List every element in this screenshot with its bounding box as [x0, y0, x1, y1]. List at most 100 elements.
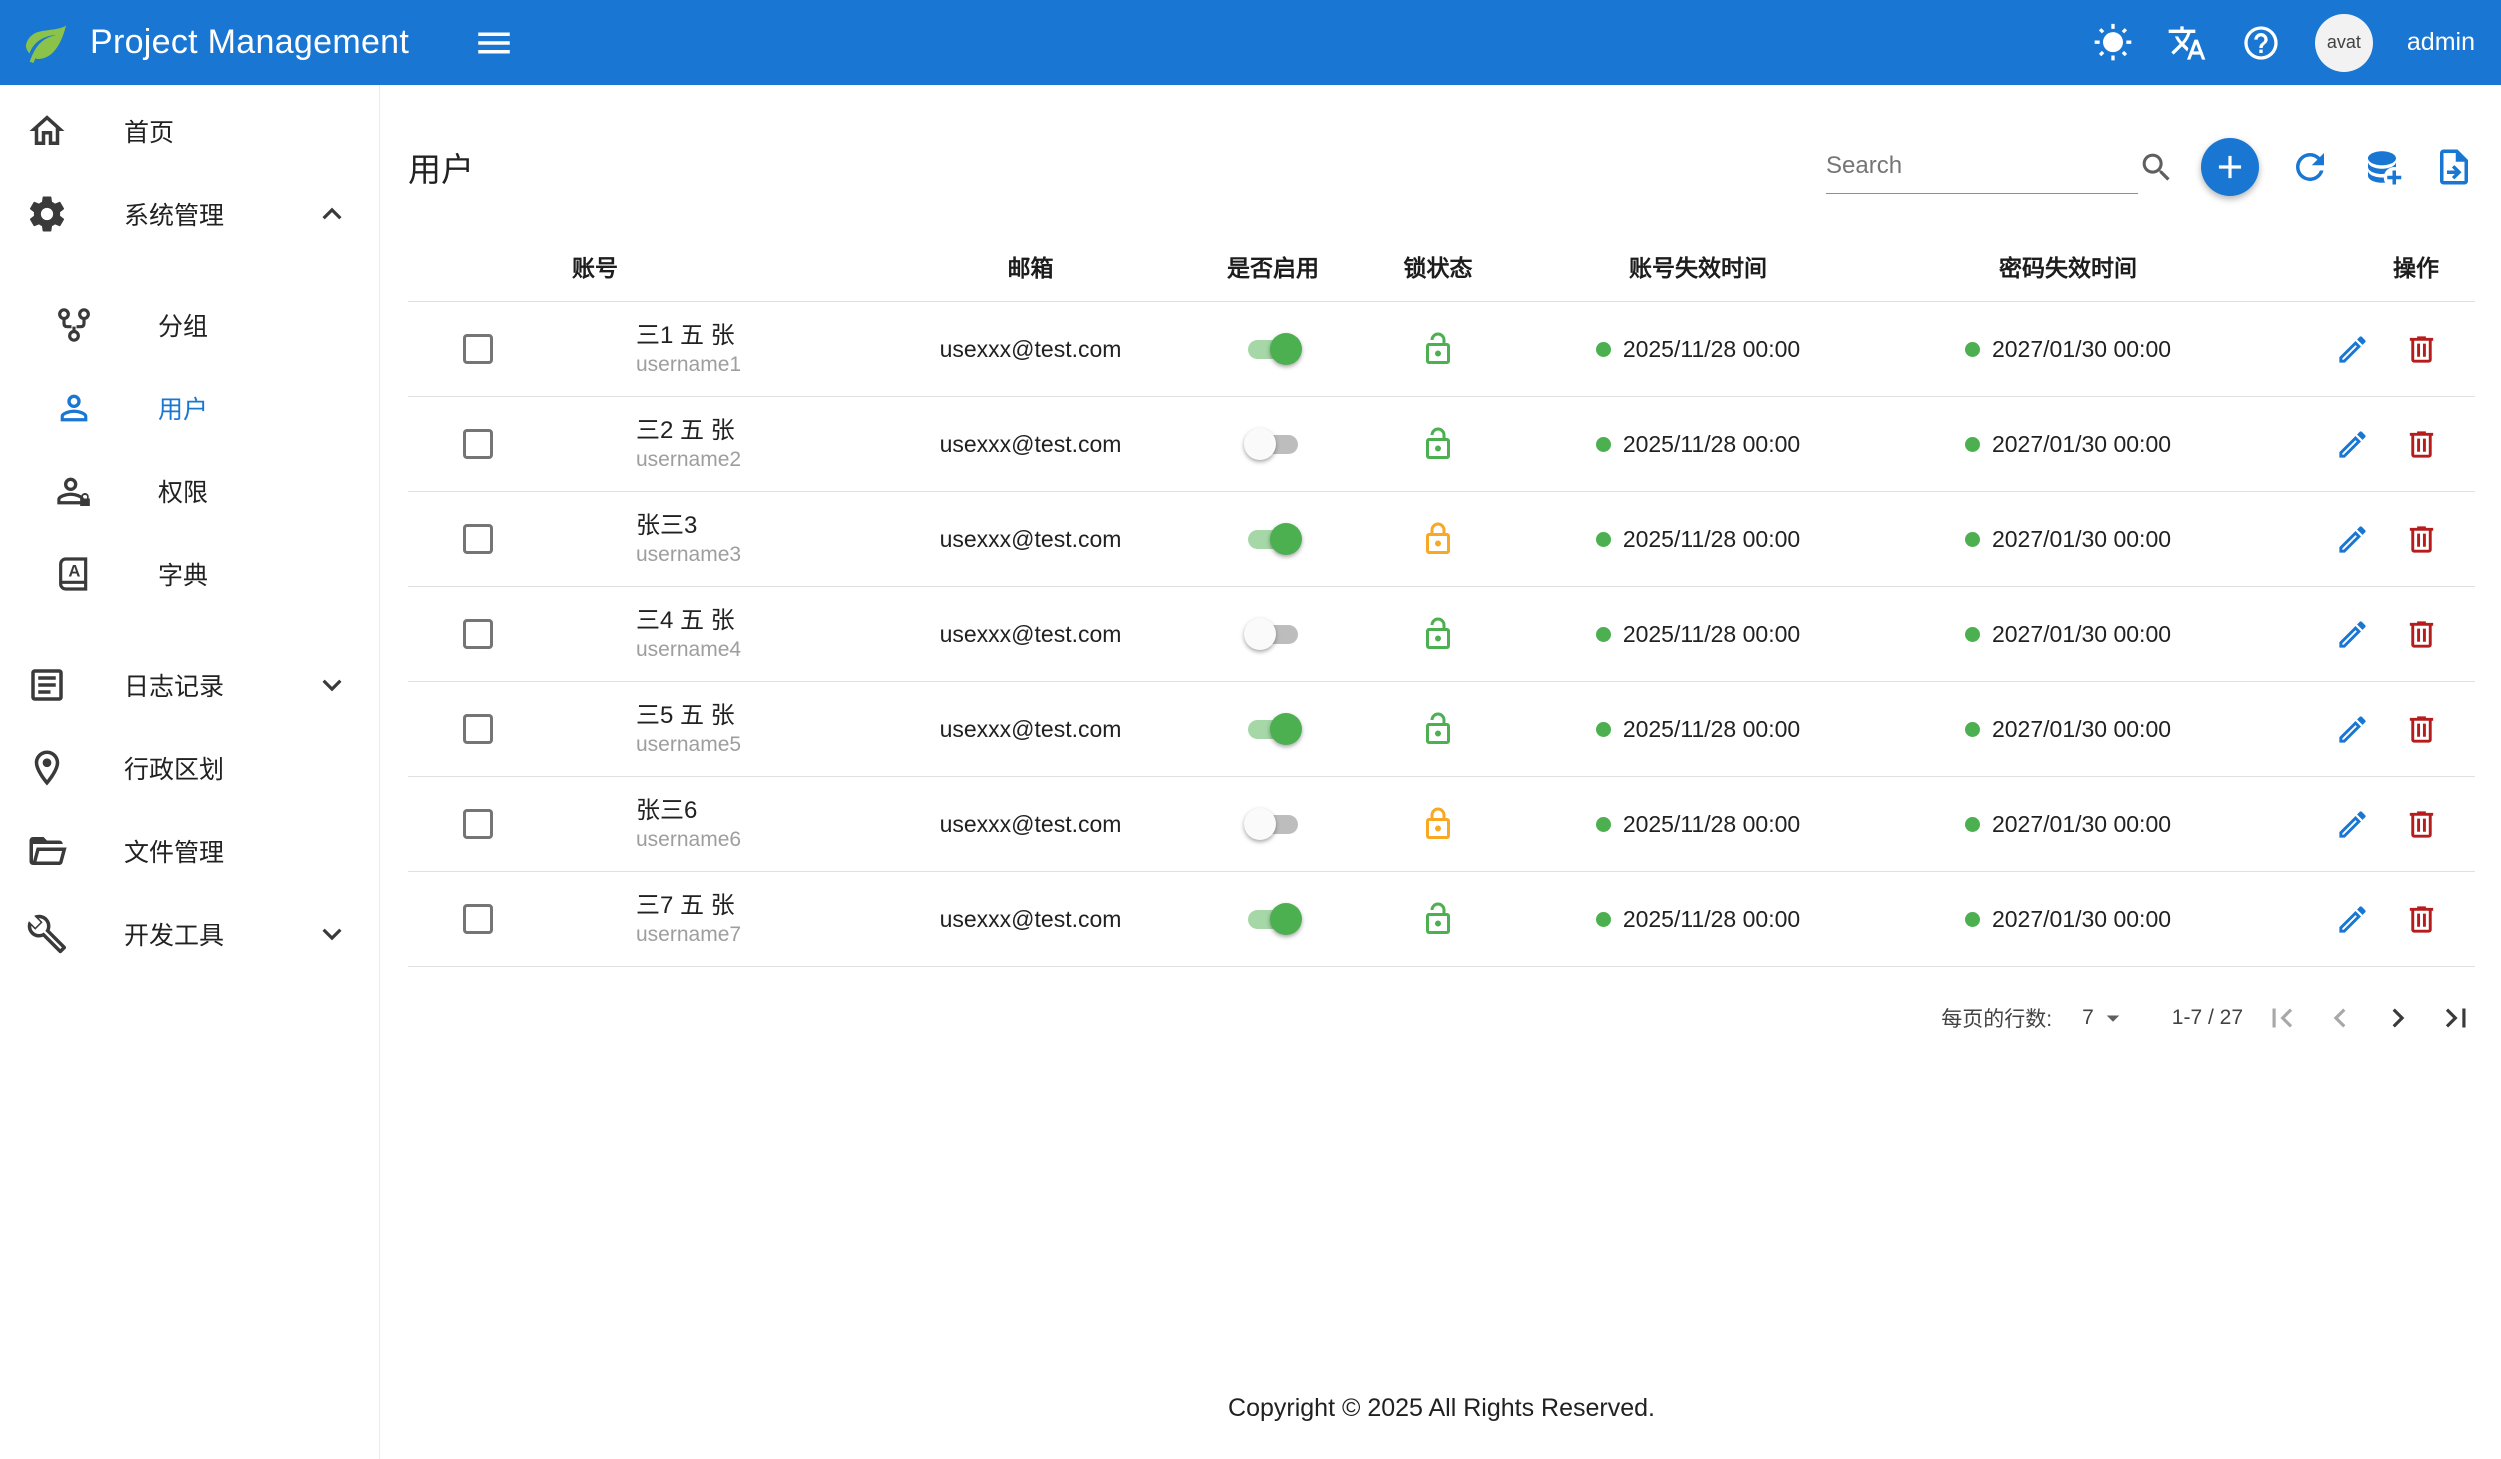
- toggle-thumb: [1244, 808, 1276, 840]
- sidebar-item-groups[interactable]: 分组: [0, 283, 379, 366]
- sidebar-item-home[interactable]: 首页: [0, 89, 379, 172]
- lock-status-cell: [1358, 711, 1518, 747]
- sidebar-item-system-management[interactable]: 系统管理: [0, 172, 379, 255]
- row-checkbox-cell: [408, 619, 548, 649]
- delete-button[interactable]: [2404, 807, 2439, 842]
- row-checkbox-cell: [408, 334, 548, 364]
- add-user-button[interactable]: [2201, 138, 2259, 196]
- first-page-button[interactable]: [2263, 999, 2301, 1037]
- account-username: username1: [636, 351, 741, 378]
- account-cell: 三1 五 张 username1: [548, 320, 873, 378]
- export-file-button[interactable]: [2433, 146, 2475, 188]
- sidebar-item-users[interactable]: 用户: [0, 366, 379, 449]
- column-header-account[interactable]: 账号: [548, 249, 873, 283]
- email-cell: usexxx@test.com: [873, 621, 1188, 648]
- delete-button[interactable]: [2404, 427, 2439, 462]
- enabled-cell: [1188, 713, 1358, 745]
- rows-per-page-select[interactable]: 7: [2082, 1003, 2128, 1033]
- row-checkbox[interactable]: [463, 429, 493, 459]
- last-page-button[interactable]: [2437, 999, 2475, 1037]
- sidebar-item-file-management[interactable]: 文件管理: [0, 809, 379, 892]
- edit-button[interactable]: [2335, 617, 2370, 652]
- enabled-toggle[interactable]: [1244, 808, 1302, 840]
- sidebar-item-label: 首页: [124, 113, 174, 149]
- database-add-button[interactable]: [2361, 146, 2403, 188]
- app-title: Project Management: [90, 23, 409, 62]
- row-checkbox[interactable]: [463, 334, 493, 364]
- account-cell: 三5 五 张 username5: [548, 700, 873, 758]
- delete-button[interactable]: [2404, 522, 2439, 557]
- rows-per-page-value: 7: [2082, 1006, 2094, 1030]
- sidebar-item-admin-divisions[interactable]: 行政区划: [0, 726, 379, 809]
- previous-page-button[interactable]: [2321, 999, 2359, 1037]
- lock-status-cell: [1358, 521, 1518, 557]
- status-dot: [1596, 342, 1611, 357]
- translate-icon[interactable]: [2167, 23, 2207, 63]
- actions-cell: [2258, 617, 2475, 652]
- column-header-enabled[interactable]: 是否启用: [1188, 249, 1358, 283]
- delete-button[interactable]: [2404, 617, 2439, 652]
- account-name: 三5 五 张: [636, 700, 735, 731]
- account-name: 三7 五 张: [636, 890, 735, 921]
- theme-toggle-icon[interactable]: [2093, 23, 2133, 63]
- rows-per-page-label: 每页的行数:: [1941, 1003, 2052, 1033]
- sidebar-item-label: 日志记录: [124, 667, 224, 703]
- account-expiry-cell: 2025/11/28 00:00: [1518, 716, 1878, 743]
- status-dot: [1965, 722, 1980, 737]
- row-checkbox[interactable]: [463, 619, 493, 649]
- help-icon[interactable]: [2241, 23, 2281, 63]
- account-expiry-cell: 2025/11/28 00:00: [1518, 906, 1878, 933]
- sidebar-item-dev-tools[interactable]: 开发工具: [0, 892, 379, 975]
- enabled-toggle[interactable]: [1244, 333, 1302, 365]
- account-name: 张三3: [636, 510, 697, 541]
- lock-status-cell: [1358, 426, 1518, 462]
- sidebar-item-permissions[interactable]: 权限: [0, 449, 379, 532]
- account-username: username5: [636, 731, 741, 758]
- search-icon[interactable]: [2138, 149, 2175, 186]
- column-header-lock-status[interactable]: 锁状态: [1358, 249, 1518, 283]
- lock-status-cell: [1358, 901, 1518, 937]
- edit-button[interactable]: [2335, 332, 2370, 367]
- password-expiry: 2027/01/30 00:00: [1992, 336, 2171, 363]
- column-header-password-expiry[interactable]: 密码失效时间: [1878, 249, 2258, 283]
- sidebar-item-label: 行政区划: [124, 750, 224, 786]
- delete-button[interactable]: [2404, 712, 2439, 747]
- sidebar-item-dictionary[interactable]: A 字典: [0, 532, 379, 615]
- edit-button[interactable]: [2335, 712, 2370, 747]
- row-checkbox[interactable]: [463, 904, 493, 934]
- password-expiry: 2027/01/30 00:00: [1992, 906, 2171, 933]
- toggle-thumb: [1270, 713, 1302, 745]
- column-header-email[interactable]: 邮箱: [873, 249, 1188, 283]
- enabled-toggle[interactable]: [1244, 903, 1302, 935]
- enabled-toggle[interactable]: [1244, 713, 1302, 745]
- enabled-toggle[interactable]: [1244, 523, 1302, 555]
- next-page-button[interactable]: [2379, 999, 2417, 1037]
- edit-button[interactable]: [2335, 807, 2370, 842]
- password-expiry: 2027/01/30 00:00: [1992, 621, 2171, 648]
- pagination: 每页的行数: 7 1-7 / 27: [408, 981, 2475, 1055]
- delete-button[interactable]: [2404, 902, 2439, 937]
- column-header-account-expiry[interactable]: 账号失效时间: [1518, 249, 1878, 283]
- delete-button[interactable]: [2404, 332, 2439, 367]
- row-checkbox[interactable]: [463, 714, 493, 744]
- avatar[interactable]: avat: [2315, 14, 2373, 72]
- row-checkbox-cell: [408, 429, 548, 459]
- row-checkbox[interactable]: [463, 809, 493, 839]
- email-cell: usexxx@test.com: [873, 336, 1188, 363]
- row-checkbox[interactable]: [463, 524, 493, 554]
- sidebar-item-label: 用户: [158, 390, 208, 426]
- enabled-toggle[interactable]: [1244, 618, 1302, 650]
- users-table: 账号 邮箱 是否启用 锁状态 账号失效时间 密码失效时间 操作 三1 五 张 u…: [408, 230, 2475, 967]
- password-expiry: 2027/01/30 00:00: [1992, 526, 2171, 553]
- enabled-toggle[interactable]: [1244, 428, 1302, 460]
- row-checkbox-cell: [408, 714, 548, 744]
- sidebar-item-logs[interactable]: 日志记录: [0, 643, 379, 726]
- edit-button[interactable]: [2335, 427, 2370, 462]
- edit-button[interactable]: [2335, 522, 2370, 557]
- refresh-button[interactable]: [2289, 146, 2331, 188]
- enabled-cell: [1188, 903, 1358, 935]
- edit-button[interactable]: [2335, 902, 2370, 937]
- search-input[interactable]: [1826, 152, 2138, 180]
- hamburger-menu-icon[interactable]: [473, 22, 515, 64]
- logged-in-user[interactable]: admin: [2407, 28, 2475, 57]
